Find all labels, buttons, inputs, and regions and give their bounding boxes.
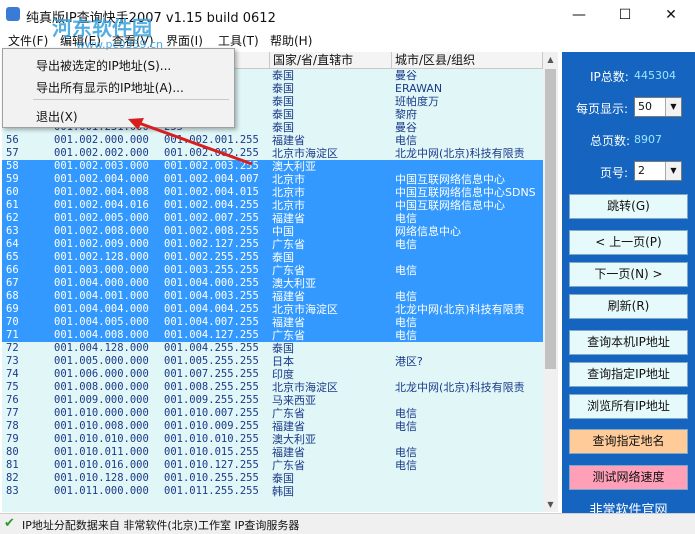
annotation-arrow [128,118,253,166]
